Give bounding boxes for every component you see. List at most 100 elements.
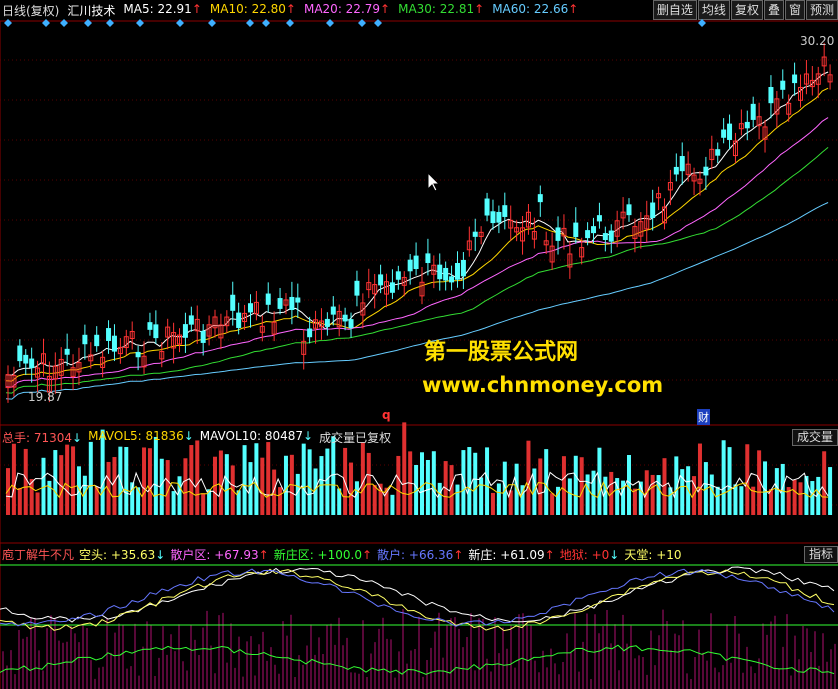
volume-bar — [325, 448, 330, 515]
watermark-title: 第一股票公式网 — [424, 340, 579, 365]
candle-body — [64, 348, 70, 355]
volume-bar — [780, 463, 785, 515]
candle-body — [555, 227, 561, 241]
volume-bar — [567, 478, 572, 515]
total-volume-label: 总手: 71304↓ — [2, 431, 83, 445]
indicator-item: 新庄: +61.09↑ — [468, 548, 555, 562]
volume-bar — [467, 447, 472, 515]
candle-body — [330, 306, 336, 315]
candle-body — [744, 121, 750, 129]
volume-bar — [798, 482, 803, 515]
ma-line — [5, 147, 829, 394]
candle-body — [200, 330, 206, 343]
volume-note: 成交量已复权 — [319, 431, 392, 445]
volume-bar — [266, 442, 271, 515]
volume-bar — [810, 481, 815, 515]
volume-bar — [496, 483, 501, 515]
volume-bar — [792, 479, 797, 515]
indicator-item: 新庄区: +100.0↑ — [273, 548, 373, 562]
candle-body — [703, 166, 709, 176]
candle-body — [324, 318, 330, 327]
volume-bar — [485, 447, 490, 515]
event-diamond — [42, 19, 50, 27]
volume-bar — [461, 450, 466, 515]
volume-bar — [437, 482, 442, 515]
candle-body — [768, 87, 774, 104]
candle-body — [484, 198, 490, 216]
indicator-line — [0, 566, 835, 623]
candle-body — [106, 328, 112, 341]
candle-body — [750, 103, 756, 120]
volume-bar — [331, 436, 336, 515]
finance-marker[interactable]: 财 — [697, 409, 710, 425]
volume-bar — [431, 451, 436, 515]
event-diamond — [246, 19, 254, 27]
event-diamond — [262, 19, 270, 27]
ma-line — [5, 202, 829, 400]
event-diamond — [4, 19, 12, 27]
volume-bar — [473, 452, 478, 515]
volume-bar — [455, 484, 460, 515]
candle-body — [673, 166, 679, 175]
candle-body — [395, 271, 401, 280]
candle-body — [348, 319, 354, 329]
candle-body — [537, 194, 543, 203]
event-marker-q[interactable]: q — [382, 408, 391, 422]
ma-line — [5, 117, 829, 388]
volume-bar — [71, 446, 76, 515]
volume-bar — [124, 447, 129, 515]
volume-bar — [35, 492, 40, 515]
volume-bar — [650, 474, 655, 515]
indicator-item: 散户: +66.36↑ — [377, 548, 464, 562]
indicator-tab[interactable]: 指标 — [803, 546, 838, 563]
candle-body — [94, 334, 100, 347]
candle-body — [230, 294, 236, 311]
volume-bar — [201, 493, 206, 515]
volume-bar — [479, 477, 484, 515]
candle-body — [472, 231, 478, 237]
event-diamond — [208, 19, 216, 27]
volume-bar — [822, 451, 827, 515]
volume-bar — [526, 440, 531, 515]
candle-body — [496, 211, 502, 223]
volume-bar — [142, 447, 147, 515]
volume-bar — [402, 422, 407, 515]
candle-body — [236, 312, 242, 328]
volume-bar — [177, 476, 182, 515]
candle-body — [596, 215, 602, 222]
volume-bar — [425, 459, 430, 515]
indicator-header: 庖丁解牛不凡 空头: +35.63↓ 散户区: +67.93↑ 新庄区: +10… — [2, 546, 682, 563]
volume-bar — [538, 458, 543, 515]
candle-body — [608, 230, 614, 242]
event-diamond — [60, 19, 68, 27]
candle-body — [182, 324, 188, 338]
kline-chart[interactable] — [0, 0, 838, 689]
candle-body — [17, 345, 23, 362]
candle-body — [443, 267, 449, 281]
volume-bar — [11, 443, 16, 515]
event-diamond — [286, 19, 294, 27]
candle-body — [295, 297, 301, 303]
candle-body — [721, 129, 727, 138]
volume-bar — [733, 484, 738, 515]
candle-body — [354, 280, 360, 296]
candle-body — [460, 259, 466, 277]
candle-body — [650, 202, 656, 219]
candle-body — [277, 298, 283, 309]
volume-bar — [709, 474, 714, 515]
volume-bar — [632, 488, 637, 515]
volume-bar — [697, 443, 702, 515]
volume-bar — [6, 468, 10, 515]
candle-body — [111, 335, 117, 352]
volume-bar — [585, 474, 590, 515]
candle-body — [265, 293, 271, 305]
volume-tab[interactable]: 成交量 — [791, 429, 838, 446]
volume-bar — [603, 476, 608, 515]
candle-body — [502, 205, 508, 217]
candle-body — [247, 303, 253, 313]
candle-body — [378, 274, 384, 286]
volume-bar — [153, 436, 158, 515]
volume-bar — [278, 487, 283, 515]
volume-bar — [490, 492, 495, 515]
candle-body — [626, 204, 632, 216]
